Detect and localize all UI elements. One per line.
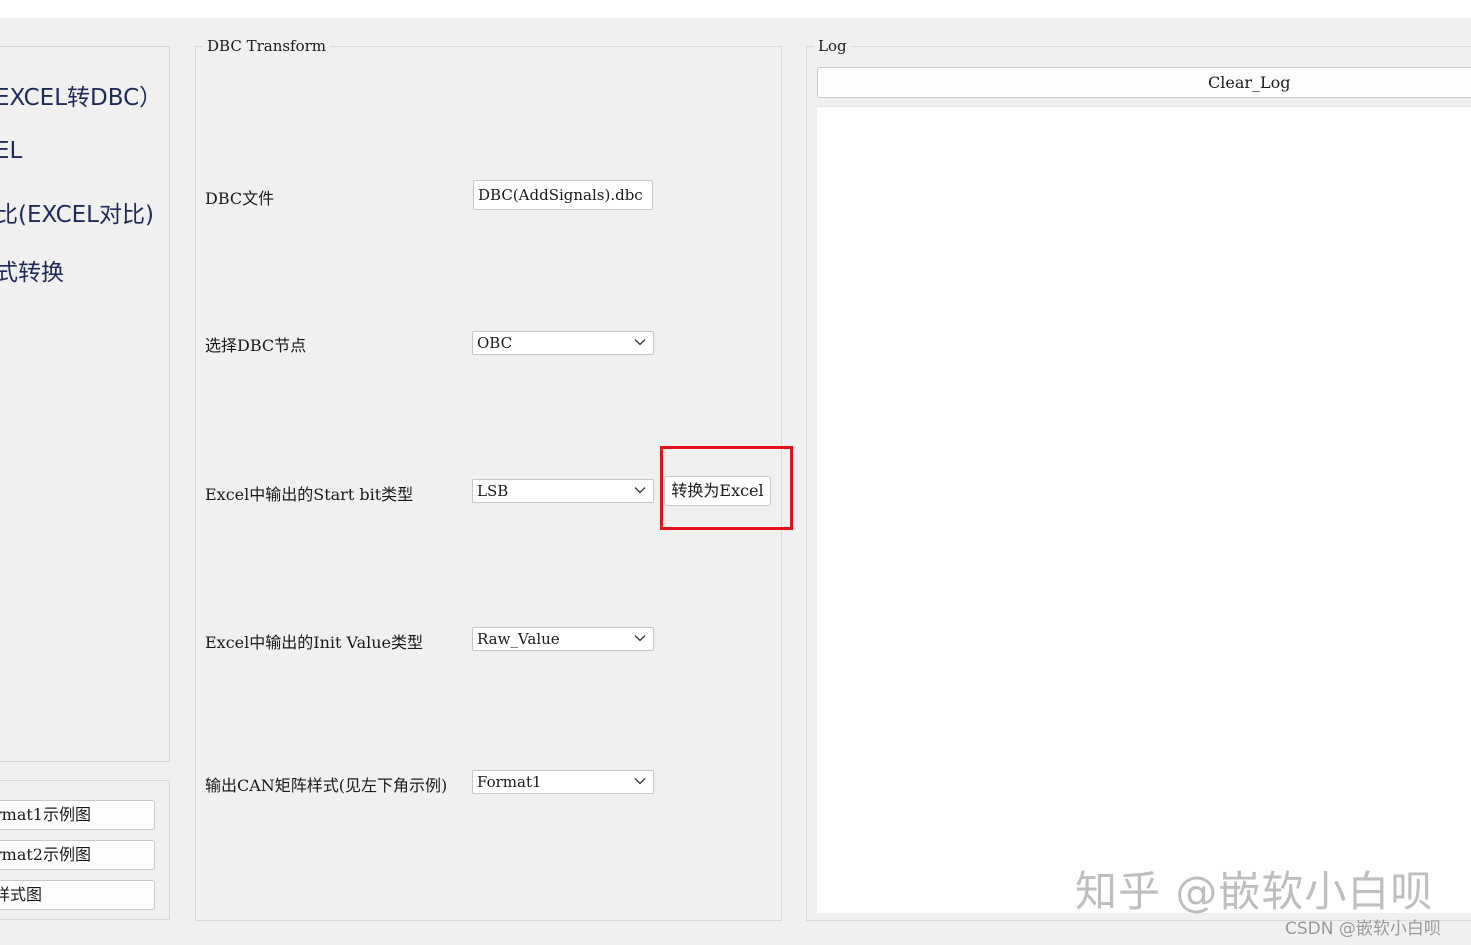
style-example-button[interactable]: 样式图: [0, 880, 155, 910]
can-matrix-format-label: 输出CAN矩阵样式(见左下角示例): [205, 776, 448, 795]
highlight-box: [660, 446, 793, 530]
nav-item-format-convert[interactable]: 式转换: [0, 253, 64, 287]
format1-example-button[interactable]: rmat1示例图: [0, 800, 155, 830]
log-output-area[interactable]: [817, 106, 1471, 913]
start-bit-label: Excel中输出的Start bit类型: [205, 485, 414, 504]
dbc-file-label: DBC文件: [205, 189, 275, 208]
init-value-value: Raw_Value: [477, 630, 560, 648]
chevron-down-icon: [634, 635, 646, 642]
format2-example-button[interactable]: rmat2示例图: [0, 840, 155, 870]
start-bit-select[interactable]: LSB: [472, 479, 654, 503]
init-value-label: Excel中输出的Init Value类型: [205, 633, 424, 652]
can-matrix-format-value: Format1: [477, 773, 542, 791]
csdn-watermark: CSDN @嵌软小白呗: [1285, 919, 1441, 939]
log-title: Log: [814, 37, 851, 55]
can-matrix-format-select[interactable]: Format1: [472, 770, 654, 794]
dbc-node-label: 选择DBC节点: [205, 336, 307, 355]
left-nav-panel: EXCEL转DBC） EL 比(EXCEL对比) 式转换: [0, 46, 170, 762]
clear-log-button[interactable]: Clear_Log: [817, 67, 1471, 98]
dbc-node-select[interactable]: OBC: [472, 331, 654, 355]
nav-item-excel-compare[interactable]: 比(EXCEL对比): [0, 195, 154, 229]
chevron-down-icon: [634, 487, 646, 494]
format-examples-panel: rmat1示例图 rmat2示例图 样式图: [0, 780, 170, 920]
zhihu-watermark: 知乎 @嵌软小白呗: [1075, 867, 1434, 916]
dbc-file-field[interactable]: DBC(AddSignals).dbc: [473, 180, 653, 210]
chevron-down-icon: [634, 339, 646, 346]
dbc-transform-title: DBC Transform: [203, 37, 331, 55]
init-value-select[interactable]: Raw_Value: [472, 627, 654, 651]
dbc-node-value: OBC: [477, 334, 513, 352]
chevron-down-icon: [634, 778, 646, 785]
nav-item-excel-to-dbc[interactable]: EXCEL转DBC）: [0, 78, 162, 112]
nav-item-excel[interactable]: EL: [0, 138, 22, 164]
start-bit-value: LSB: [477, 482, 509, 500]
window-top-strip: [0, 0, 1471, 18]
